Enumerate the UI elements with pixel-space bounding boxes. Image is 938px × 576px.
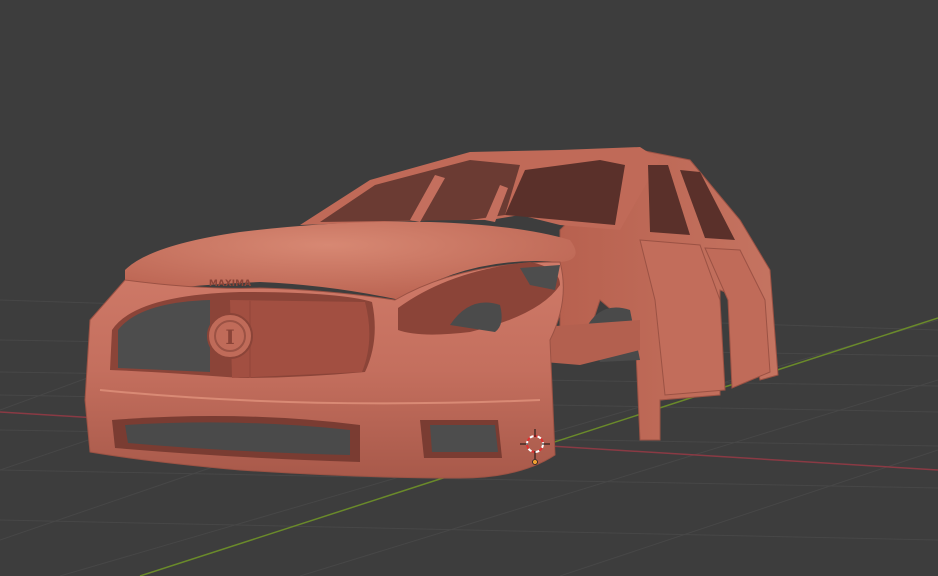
car-body-mesh[interactable] xyxy=(84,147,779,479)
hood-badge: MAXIMA xyxy=(209,279,251,289)
front-emblem: I xyxy=(207,313,253,359)
object-origin-icon[interactable] xyxy=(532,459,538,465)
emblem-letter: I xyxy=(225,325,234,349)
3d-viewport[interactable]: I MAXIMA xyxy=(0,0,938,576)
viewport-canvas[interactable]: I MAXIMA xyxy=(0,0,938,576)
